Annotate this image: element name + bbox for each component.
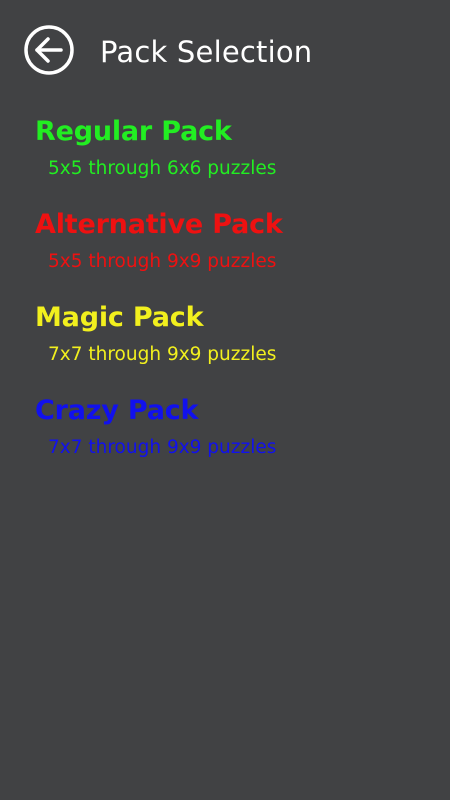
pack-item-alternative[interactable]: Alternative Pack 5x5 through 9x9 puzzles	[0, 207, 450, 300]
pack-title: Alternative Pack	[35, 209, 283, 240]
pack-title: Magic Pack	[35, 302, 204, 333]
pack-item-regular[interactable]: Regular Pack 5x5 through 6x6 puzzles	[0, 114, 450, 207]
pack-title: Regular Pack	[35, 116, 232, 147]
pack-description: 7x7 through 9x9 puzzles	[48, 344, 277, 365]
pack-list: Regular Pack 5x5 through 6x6 puzzles Alt…	[0, 114, 450, 486]
pack-title: Crazy Pack	[35, 395, 199, 426]
pack-description: 5x5 through 9x9 puzzles	[48, 251, 277, 272]
pack-description: 7x7 through 9x9 puzzles	[48, 437, 277, 458]
arrow-left-circle-icon	[24, 25, 74, 75]
pack-item-magic[interactable]: Magic Pack 7x7 through 9x9 puzzles	[0, 300, 450, 393]
pack-item-crazy[interactable]: Crazy Pack 7x7 through 9x9 puzzles	[0, 393, 450, 486]
page-title: Pack Selection	[100, 35, 313, 69]
back-button[interactable]	[23, 24, 75, 76]
app-header: Pack Selection	[0, 0, 450, 106]
pack-description: 5x5 through 6x6 puzzles	[48, 158, 277, 179]
